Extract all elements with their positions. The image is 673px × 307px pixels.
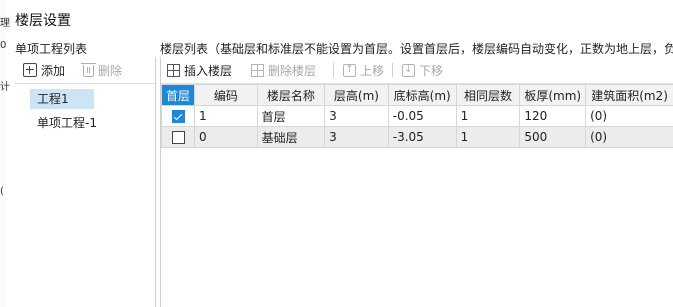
toolbar-separator: [392, 63, 393, 77]
background-glyph: 计: [0, 82, 10, 93]
column-header-slab-thickness[interactable]: 板厚(mm): [519, 84, 587, 106]
first-floor-cell[interactable]: [160, 126, 196, 148]
insert-floor-label: 插入楼层: [184, 63, 233, 78]
trash-icon: [81, 63, 96, 77]
first-floor-cell[interactable]: [160, 105, 196, 127]
building-area-cell[interactable]: (0): [585, 126, 673, 148]
delete-project-label: 删除: [98, 63, 123, 78]
first-floor-checkbox[interactable]: [171, 131, 185, 144]
project-list-label: 单项工程列表: [15, 42, 88, 56]
delete-floor-icon: [251, 63, 264, 77]
plus-icon: [23, 63, 37, 77]
tree-item-project-1[interactable]: 工程1: [30, 89, 94, 109]
table-row[interactable]: 0 基础层 3 -3.05 1 500 (0): [160, 126, 673, 148]
move-down-button[interactable]: ↓ 下移: [402, 61, 443, 79]
background-glyph: (: [0, 186, 4, 197]
table-header-row: 首层 编码 楼层名称 层高(m) 底标高(m) 相同层数 板厚(mm) 建筑面积…: [160, 84, 673, 106]
first-floor-checkbox[interactable]: [171, 110, 185, 123]
slab-thickness-cell[interactable]: 120: [519, 105, 587, 127]
same-count-cell[interactable]: 1: [455, 105, 521, 127]
project-toolbar: 添加 删除: [15, 57, 155, 84]
code-cell[interactable]: 0: [194, 126, 258, 148]
toolbar-separator: [333, 63, 334, 77]
delete-floor-label: 删除楼层: [268, 63, 317, 78]
delete-floor-button[interactable]: 删除楼层: [251, 61, 316, 79]
insert-floor-icon: [167, 63, 180, 77]
floor-name-cell[interactable]: 基础层: [256, 126, 326, 148]
dialog-title: 楼层设置: [15, 13, 71, 29]
column-header-floor-name[interactable]: 楼层名称: [256, 84, 326, 106]
bottom-elevation-cell[interactable]: -0.05: [387, 105, 457, 127]
add-project-label: 添加: [41, 63, 66, 78]
column-header-bottom-elevation[interactable]: 底标高(m): [387, 84, 457, 106]
delete-project-button[interactable]: 删除: [81, 61, 122, 79]
code-cell[interactable]: 1: [194, 105, 258, 127]
background-window-edge: 理 0 计 (: [0, 0, 10, 307]
floor-height-cell[interactable]: 3: [324, 126, 389, 148]
project-list-panel: 添加 删除 工程1 单项工程-1: [15, 57, 156, 307]
column-header-same-count[interactable]: 相同层数: [455, 84, 521, 106]
floor-name-cell[interactable]: 首层: [256, 105, 326, 127]
floor-toolbar: 插入楼层 删除楼层 ↑ 上移 ↓ 下移: [161, 57, 673, 84]
column-header-building-area[interactable]: 建筑面积(m2): [585, 84, 673, 106]
move-up-label: 上移: [360, 63, 385, 78]
floor-table: 首层 编码 楼层名称 层高(m) 底标高(m) 相同层数 板厚(mm) 建筑面积…: [160, 84, 673, 148]
floor-list-panel: 插入楼层 删除楼层 ↑ 上移 ↓ 下移 首层 编码 楼层名称 层高(m) 底标高…: [160, 57, 673, 307]
arrow-up-icon: ↑: [343, 63, 356, 77]
arrow-down-icon: ↓: [402, 63, 415, 77]
slab-thickness-cell[interactable]: 500: [519, 126, 587, 148]
table-row[interactable]: 1 首层 3 -0.05 1 120 (0): [160, 105, 673, 127]
insert-floor-button[interactable]: 插入楼层: [167, 61, 232, 79]
move-up-button[interactable]: ↑ 上移: [343, 61, 384, 79]
column-header-first-floor[interactable]: 首层: [160, 84, 196, 106]
add-project-button[interactable]: 添加: [23, 61, 65, 79]
floor-list-label: 楼层列表（基础层和标准层不能设置为首层。设置首层后，楼层编码自动变化，正数为地上…: [160, 42, 673, 56]
background-glyph: 理: [0, 18, 10, 29]
column-header-code[interactable]: 编码: [194, 84, 258, 106]
floor-height-cell[interactable]: 3: [324, 105, 389, 127]
move-down-label: 下移: [419, 63, 444, 78]
column-header-floor-height[interactable]: 层高(m): [324, 84, 389, 106]
same-count-cell[interactable]: 1: [455, 126, 521, 148]
tree-item-subproject-1[interactable]: 单项工程-1: [30, 113, 104, 133]
bottom-elevation-cell[interactable]: -3.05: [387, 126, 457, 148]
background-glyph: 0: [0, 40, 7, 51]
building-area-cell[interactable]: (0): [585, 105, 673, 127]
